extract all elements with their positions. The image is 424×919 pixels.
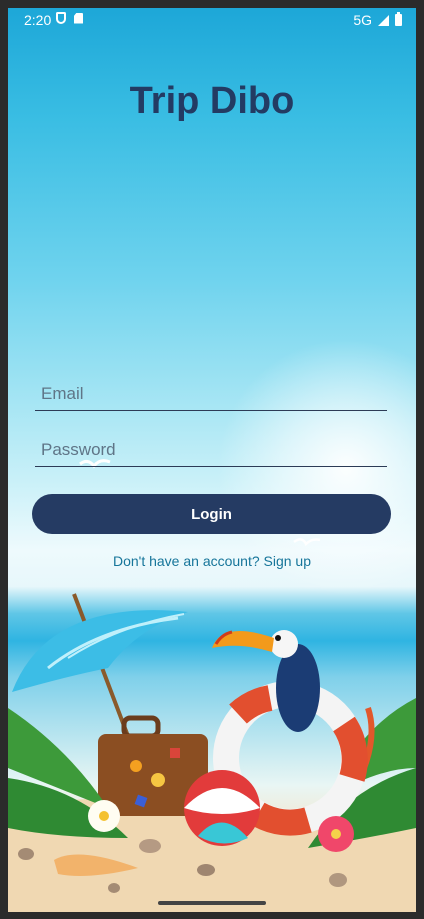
battery-icon bbox=[395, 12, 402, 26]
shield-icon bbox=[56, 12, 66, 24]
status-bar: 2:20 5G bbox=[8, 8, 416, 32]
password-input[interactable] bbox=[41, 438, 371, 462]
email-field bbox=[35, 380, 387, 411]
status-right-icons: 5G bbox=[353, 12, 402, 28]
login-button[interactable]: Login bbox=[32, 494, 391, 534]
app-screen: 2:20 5G Trip Dibo Login Don't have an ac… bbox=[8, 8, 416, 912]
home-indicator[interactable] bbox=[158, 901, 266, 905]
email-input[interactable] bbox=[41, 382, 371, 406]
signup-link[interactable]: Don't have an account? Sign up bbox=[8, 553, 416, 569]
signal-icon bbox=[378, 14, 389, 26]
umbrella bbox=[12, 610, 188, 692]
seagull bbox=[293, 538, 321, 547]
network-type: 5G bbox=[353, 12, 372, 28]
password-field bbox=[35, 436, 387, 467]
app-title: Trip Dibo bbox=[129, 80, 295, 122]
status-left-icons bbox=[56, 12, 83, 24]
sd-card-icon bbox=[74, 12, 83, 24]
status-time: 2:20 bbox=[24, 12, 52, 28]
